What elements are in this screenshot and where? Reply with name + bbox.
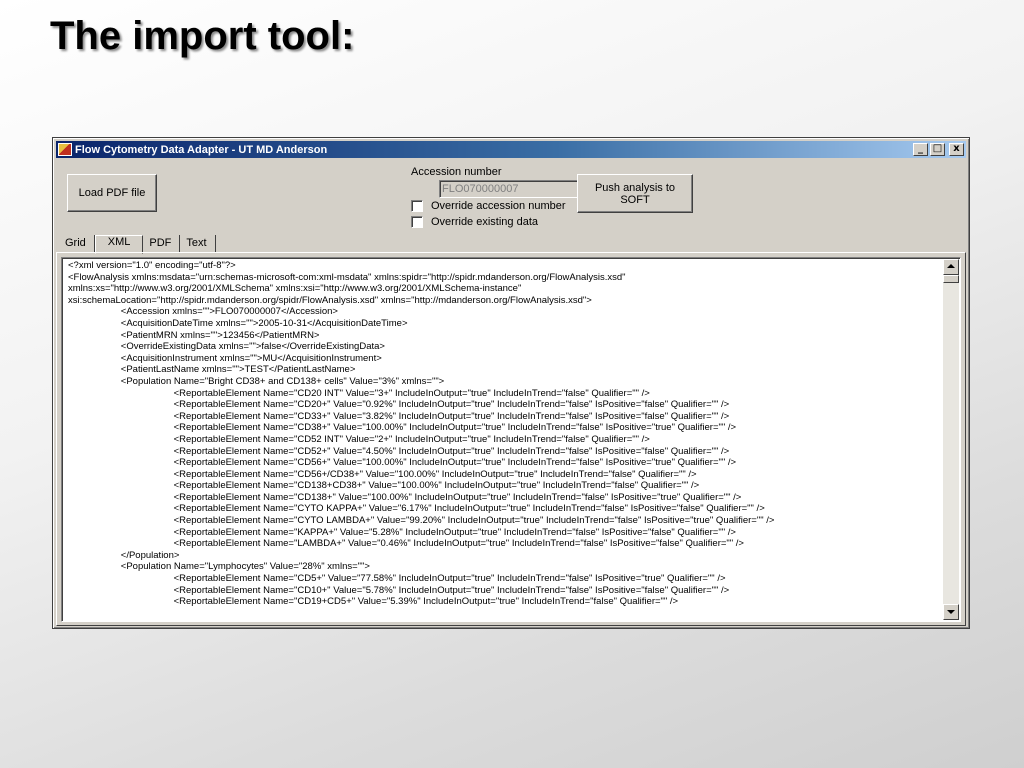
push-analysis-label-1: Push analysis to: [594, 181, 676, 194]
override-accession-row[interactable]: Override accession number: [411, 200, 566, 212]
load-pdf-button[interactable]: Load PDF file: [67, 174, 157, 212]
xml-line: <ReportableElement Name="CD52 INT" Value…: [68, 433, 650, 445]
xml-line: <AcquisitionDateTime xmlns="">2005-10-31…: [68, 317, 408, 329]
xml-line: xsi:schemaLocation="http://spidr.mdander…: [68, 294, 592, 306]
scroll-thumb[interactable]: [943, 275, 959, 283]
xml-line: <PatientMRN xmlns="">123456</PatientMRN>: [68, 329, 320, 341]
xml-line: <Population Name="Lymphocytes" Value="28…: [68, 561, 370, 573]
xml-line: <?xml version="1.0" encoding="utf-8"?>: [68, 260, 236, 271]
xml-line: <Accession xmlns="">FLO070000007</Access…: [68, 306, 338, 318]
tab-grid[interactable]: Grid: [59, 235, 95, 253]
push-analysis-button[interactable]: Push analysis to SOFT: [577, 174, 693, 213]
app-icon: [58, 143, 72, 156]
xml-line: <FlowAnalysis xmlns:msdata="urn:schemas-…: [68, 271, 626, 283]
xml-line: <Population Name="Bright CD38+ and CD138…: [68, 375, 445, 387]
window-title: Flow Cytometry Data Adapter - UT MD Ande…: [75, 143, 328, 156]
scroll-down-button[interactable]: [943, 604, 959, 620]
xml-line: <ReportableElement Name="CD38+" Value="1…: [68, 422, 737, 434]
maximize-button[interactable]: □: [930, 143, 945, 156]
override-accession-checkbox[interactable]: [411, 200, 423, 212]
tab-strip: Grid XML PDF Text: [59, 234, 216, 254]
override-existing-label: Override existing data: [431, 216, 538, 228]
xml-content: <?xml version="1.0" encoding="utf-8"?> <F…: [68, 260, 940, 620]
override-existing-row[interactable]: Override existing data: [411, 216, 538, 228]
slide-title: The import tool:: [50, 14, 355, 58]
override-existing-checkbox[interactable]: [411, 216, 423, 228]
xml-line: <ReportableElement Name="CD56+" Value="1…: [68, 457, 737, 469]
xml-line: <ReportableElement Name="CD138+CD38+" Va…: [68, 480, 700, 492]
xml-line: <ReportableElement Name="CYTO KAPPA+" Va…: [68, 503, 765, 515]
xml-line: </Population>: [68, 549, 180, 561]
arrow-down-icon: [947, 610, 955, 614]
xml-line: <ReportableElement Name="CD20 INT" Value…: [68, 387, 650, 399]
tab-panel-xml: <?xml version="1.0" encoding="utf-8"?> <F…: [56, 252, 966, 626]
window-titlebar[interactable]: Flow Cytometry Data Adapter - UT MD Ande…: [56, 141, 966, 158]
xml-line: <PatientLastName xmlns="">TEST</PatientL…: [68, 364, 356, 376]
accession-number-field[interactable]: FLO070000007: [439, 180, 600, 198]
close-button[interactable]: x: [949, 143, 964, 156]
xml-line: <ReportableElement Name="CYTO LAMBDA+" V…: [68, 515, 775, 527]
minimize-button[interactable]: _: [913, 143, 928, 156]
xml-line: <ReportableElement Name="CD20+" Value="0…: [68, 399, 730, 411]
xml-line: xmlns:xs="http://www.w3.org/2001/XMLSche…: [68, 283, 522, 295]
xml-line: <ReportableElement Name="CD56+/CD38+" Va…: [68, 468, 697, 480]
xml-line: <ReportableElement Name="CD5+" Value="77…: [68, 573, 726, 585]
xml-line: <ReportableElement Name="CD19+CD5+" Valu…: [68, 596, 679, 608]
vertical-scrollbar[interactable]: [943, 259, 959, 620]
xml-line: <OverrideExistingData xmlns="">false</Ov…: [68, 341, 385, 353]
tab-text[interactable]: Text: [180, 235, 216, 253]
app-window: Flow Cytometry Data Adapter - UT MD Ande…: [52, 137, 970, 629]
scroll-up-button[interactable]: [943, 259, 959, 275]
xml-line: <AcquisitionInstrument xmlns="">MU</Acqu…: [68, 352, 382, 364]
arrow-up-icon: [947, 264, 955, 268]
push-analysis-label-2: SOFT: [620, 193, 650, 206]
tab-pdf[interactable]: PDF: [143, 235, 181, 253]
accession-label: Accession number: [411, 166, 502, 178]
xml-line: <ReportableElement Name="KAPPA+" Value="…: [68, 526, 736, 538]
override-accession-label: Override accession number: [431, 200, 566, 212]
xml-line: <ReportableElement Name="LAMBDA+" Value=…: [68, 538, 744, 550]
xml-line: <ReportableElement Name="CD52+" Value="4…: [68, 445, 730, 457]
xml-line: <ReportableElement Name="CD138+" Value="…: [68, 491, 742, 503]
xml-text-area[interactable]: <?xml version="1.0" encoding="utf-8"?> <F…: [61, 257, 961, 622]
xml-line: <ReportableElement Name="CD10+" Value="5…: [68, 584, 730, 596]
xml-line: <ReportableElement Name="CD33+" Value="3…: [68, 410, 730, 422]
